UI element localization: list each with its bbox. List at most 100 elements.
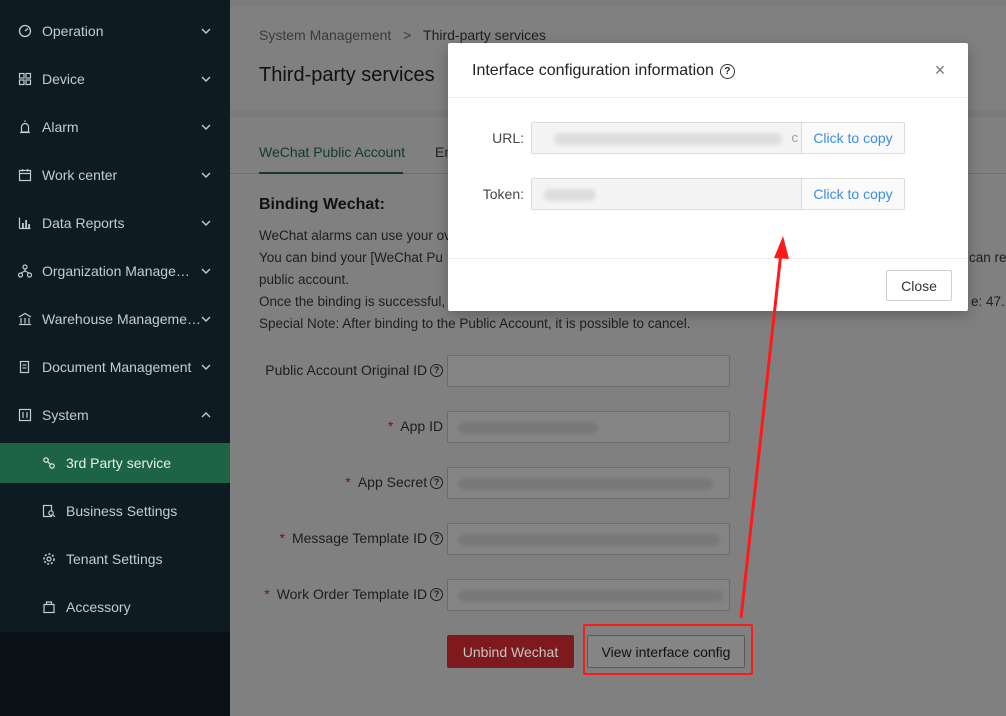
paragraph-line: WeChat alarms can use your ov <box>259 228 451 243</box>
public-account-id-label: Public Account Original ID ? : <box>265 362 450 378</box>
annotation-highlight-box <box>583 624 753 675</box>
breadcrumb-parent[interactable]: System Management <box>259 27 391 43</box>
work-order-template-id-label: * Work Order Template ID ? : <box>264 586 450 602</box>
paragraph-line: Special Note: After binding to the Publi… <box>259 316 691 331</box>
sidebar-item-label: Tenant Settings <box>66 551 163 567</box>
page-title: Third-party services <box>259 64 435 86</box>
sidebar-subitem-3rd-party-service[interactable]: 3rd Party service <box>0 443 230 483</box>
chevron-down-icon <box>200 169 212 181</box>
chevron-down-icon <box>200 313 212 325</box>
breadcrumb: System Management > Third-party services <box>259 27 546 43</box>
chevron-down-icon <box>200 121 212 133</box>
copy-token-button[interactable]: Click to copy <box>801 178 905 210</box>
sidebar: Operation Device Alarm Work center Data … <box>0 0 230 716</box>
app-secret-label: * App Secret ? : <box>345 474 450 490</box>
redacted-value <box>458 590 723 602</box>
redacted-value <box>544 189 596 201</box>
chevron-down-icon <box>200 265 212 277</box>
help-icon[interactable]: ? <box>430 531 444 545</box>
sidebar-item-label: 3rd Party service <box>66 455 172 471</box>
sidebar-item-label: Work center <box>42 167 118 183</box>
redacted-value <box>554 133 782 145</box>
sidebar-item-alarm[interactable]: Alarm <box>0 103 230 151</box>
help-icon[interactable]: ? <box>430 475 444 489</box>
redacted-value <box>458 534 720 546</box>
sidebar-item-label: System <box>42 407 89 423</box>
plug-icon <box>42 456 56 470</box>
calendar-icon <box>18 168 32 182</box>
message-template-id-label: * Message Template ID ? : <box>280 530 450 546</box>
sidebar-item-label: Device <box>42 71 85 87</box>
token-label: Token: <box>482 186 524 202</box>
sidebar-item-organization[interactable]: Organization Manage… <box>0 247 230 295</box>
unbind-wechat-button[interactable]: Unbind Wechat <box>447 635 574 668</box>
paragraph-line: You can bind your [WeChat Pu <box>259 250 443 265</box>
breadcrumb-current: Third-party services <box>423 27 546 43</box>
section-title: Binding Wechat: <box>259 196 385 213</box>
token-field <box>531 178 802 210</box>
work-order-template-id-input[interactable] <box>447 579 730 611</box>
app-id-input[interactable] <box>447 411 730 443</box>
sidebar-item-device[interactable]: Device <box>0 55 230 103</box>
warehouse-icon <box>18 312 32 326</box>
copy-url-button[interactable]: Click to copy <box>801 122 905 154</box>
help-icon[interactable]: ? <box>430 363 444 377</box>
sidebar-item-label: Alarm <box>42 119 79 135</box>
sidebar-item-label: Warehouse Manageme… <box>42 311 200 327</box>
sidebar-item-work-center[interactable]: Work center <box>0 151 230 199</box>
help-icon[interactable]: ? <box>430 587 444 601</box>
sidebar-menu: Operation Device Alarm Work center Data … <box>0 0 230 632</box>
paragraph-line: Once the binding is successful, <box>259 294 446 309</box>
paragraph-line: can re <box>969 250 1006 265</box>
sidebar-subitem-accessory[interactable]: Accessory <box>0 583 230 631</box>
help-icon[interactable]: ? <box>719 63 735 79</box>
interface-config-dialog: Interface configuration information ? × … <box>448 43 968 311</box>
url-field: c <box>531 122 802 154</box>
message-template-id-input[interactable] <box>447 523 730 555</box>
sidebar-item-warehouse[interactable]: Warehouse Manageme… <box>0 295 230 343</box>
chevron-up-icon <box>200 409 212 421</box>
public-account-id-input[interactable] <box>447 355 730 387</box>
system-icon <box>18 408 32 422</box>
chevron-down-icon <box>200 361 212 373</box>
chevron-down-icon <box>200 217 212 229</box>
sidebar-subitem-tenant-settings[interactable]: Tenant Settings <box>0 535 230 583</box>
dashboard-icon <box>18 24 32 38</box>
doc-search-icon <box>42 504 56 518</box>
document-icon <box>18 360 32 374</box>
sidebar-item-label: Accessory <box>66 599 131 615</box>
sidebar-item-label: Organization Manage… <box>42 263 190 279</box>
chevron-down-icon <box>200 25 212 37</box>
sidebar-item-label: Data Reports <box>42 215 125 231</box>
chevron-down-icon <box>200 73 212 85</box>
redacted-value <box>458 478 713 490</box>
dialog-footer-divider <box>448 258 968 259</box>
dialog-title: Interface configuration information ? <box>472 62 735 80</box>
tab-wechat-public-account[interactable]: WeChat Public Account <box>259 144 405 160</box>
alarm-icon <box>18 120 32 134</box>
url-field-overflow: c <box>791 130 799 145</box>
grid-icon <box>18 72 32 86</box>
sidebar-item-data-reports[interactable]: Data Reports <box>0 199 230 247</box>
sidebar-subitem-business-settings[interactable]: Business Settings <box>0 487 230 535</box>
paragraph-line: public account. <box>259 272 350 287</box>
sidebar-item-label: Operation <box>42 23 104 39</box>
tab-active-indicator <box>259 172 403 174</box>
sidebar-item-document[interactable]: Document Management <box>0 343 230 391</box>
app-id-label: * App ID : <box>387 418 450 434</box>
org-icon <box>18 264 32 278</box>
sidebar-item-system[interactable]: System <box>0 391 230 439</box>
sidebar-item-label: Document Management <box>42 359 192 375</box>
paragraph-line: e: 47.1 <box>971 294 1006 309</box>
dialog-header-divider <box>448 97 968 98</box>
bar-chart-icon <box>18 216 32 230</box>
sidebar-item-operation[interactable]: Operation <box>0 7 230 55</box>
redacted-value <box>458 422 598 434</box>
close-button[interactable]: Close <box>886 270 952 301</box>
bag-icon <box>42 600 56 614</box>
breadcrumb-separator: > <box>403 27 412 43</box>
url-label: URL: <box>492 130 524 146</box>
gear-icon <box>42 552 56 566</box>
close-icon[interactable]: × <box>932 61 948 79</box>
app-secret-input[interactable] <box>447 467 730 499</box>
